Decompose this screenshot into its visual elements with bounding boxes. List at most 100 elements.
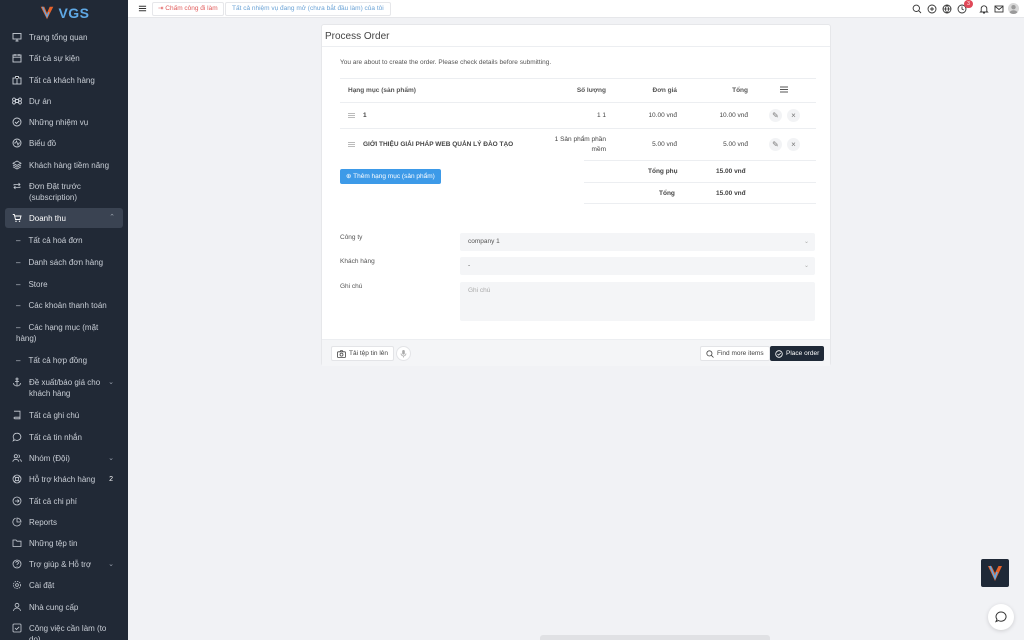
subtotal-label: Tổng phụ — [648, 168, 678, 175]
message-icon — [12, 432, 22, 442]
record-audio-button[interactable] — [396, 346, 411, 361]
order-items-table: Hạng mục (sản phẩm) Số lượng Đơn giá Tổn… — [340, 78, 816, 161]
company-select[interactable]: company 1 ⌄ — [460, 233, 815, 251]
sidebar-subitem-invoices[interactable]: – Tất cả hoá đơn — [0, 235, 128, 246]
edit-icon[interactable]: ✎ — [769, 138, 782, 152]
add-item-button[interactable]: ⊕ Thêm hạng mục (sản phẩm) — [340, 169, 441, 184]
drag-handle-icon[interactable] — [348, 142, 355, 148]
arrow-circle-icon — [12, 496, 22, 506]
sidebar-item-files[interactable]: Những tệp tin — [0, 538, 128, 549]
menu-lines-icon[interactable] — [780, 86, 788, 93]
note-textarea[interactable]: Ghi chú — [460, 282, 815, 321]
layers-icon — [12, 160, 22, 170]
support-count-badge: 2 — [109, 476, 113, 483]
table-row: 1 1 1 10.00 vnđ 10.00 vnđ ✎ × — [340, 102, 816, 129]
user-icon — [13, 602, 21, 612]
sidebar-item-vendors[interactable]: Nhà cung cấp — [0, 602, 128, 613]
add-item-label: Thêm hạng mục (sản phẩm) — [353, 173, 435, 180]
sidebar-item-settings[interactable]: Cài đặt — [0, 580, 128, 591]
find-more-items-button[interactable]: Find more items — [700, 346, 770, 361]
clock-in-button[interactable]: ⇥ Chấm công đi làm — [152, 2, 224, 16]
open-tasks-link[interactable]: Tất cả nhiệm vụ đang mở (chưa bắt đầu là… — [225, 2, 391, 16]
sidebar-item-revenue[interactable]: Doanh thu ⌃ — [5, 208, 123, 228]
users-icon — [12, 454, 22, 462]
process-order-panel: Process Order You are about to create th… — [321, 24, 831, 366]
menu-icon[interactable] — [138, 4, 147, 13]
sidebar-item-expenses[interactable]: Tất cả chi phí — [0, 496, 128, 507]
bell-icon[interactable] — [979, 4, 989, 14]
sidebar-item-support[interactable]: Hỗ trợ khách hàng 2 — [0, 474, 128, 485]
sidebar-subitem-store[interactable]: – Store — [0, 279, 128, 290]
sidebar-item-label: Đơn Đặt trước (subscription) — [29, 182, 81, 202]
item-name: GIỚI THIỆU GIẢI PHÁP WEB QUẢN LÝ ĐÀO TẠO — [363, 141, 514, 149]
sidebar-item-label: Tất cả khách hàng — [29, 76, 95, 85]
sidebar-item-help[interactable]: Trợ giúp & Hỗ trợ ⌄ — [0, 559, 128, 570]
column-header-item: Hạng mục (sản phẩm) — [340, 78, 540, 103]
avatar-user-icon — [1009, 5, 1018, 14]
chat-bubble-icon — [995, 611, 1007, 623]
sidebar-item-label: Đề xuất/báo giá cho khách hàng — [29, 378, 101, 398]
folder-icon — [12, 539, 22, 547]
sidebar-item-todo[interactable]: Công việc cần làm (to do) — [0, 623, 118, 640]
sidebar-item-events[interactable]: Tất cả sự kiện — [0, 53, 128, 64]
page-title: Process Order — [325, 31, 390, 42]
sidebar-item-label: Nhóm (Đội) — [29, 454, 70, 463]
drag-handle-icon[interactable] — [348, 112, 355, 118]
table-header-row: Hạng mục (sản phẩm) Số lượng Đơn giá Tổn… — [340, 78, 816, 103]
sidebar-subitem-items[interactable]: – Các hạng mục (mặt hàng) — [0, 322, 112, 344]
sidebar-item-label: Những nhiệm vụ — [29, 118, 89, 127]
sidebar-item-label: Dự án — [29, 97, 52, 106]
sidebar-subitem-orders[interactable]: – Danh sách đơn hàng — [0, 257, 128, 268]
place-order-button[interactable]: Place order — [770, 346, 825, 361]
table-row: GIỚI THIỆU GIẢI PHÁP WEB QUẢN LÝ ĐÀO TẠO… — [340, 128, 816, 161]
row-actions: ✎ × — [748, 102, 816, 129]
bottom-drawer-handle — [540, 635, 770, 640]
edit-icon[interactable]: ✎ — [769, 109, 782, 122]
sidebar-item-notes[interactable]: Tất cả ghi chú — [0, 410, 128, 421]
company-value: company 1 — [468, 238, 500, 245]
close-icon[interactable]: × — [787, 109, 800, 122]
sidebar-item-messages[interactable]: Tất cả tin nhắn — [0, 432, 128, 443]
sidebar-subitem-contracts[interactable]: – Tất cả hợp đồng — [0, 355, 128, 366]
client-value: - — [468, 262, 471, 269]
sidebar-item-projects[interactable]: Dự án — [0, 96, 128, 107]
item-name-cell: GIỚI THIỆU GIẢI PHÁP WEB QUẢN LÝ ĐÀO TẠO — [340, 128, 540, 161]
chevron-down-icon: ⌄ — [108, 561, 114, 568]
sidebar-item-label: Doanh thu — [29, 213, 66, 223]
sidebar-item-label: Reports — [29, 518, 58, 527]
total-value: 15.00 vnđ — [716, 190, 746, 197]
sidebar-item-charts[interactable]: Biểu đồ — [0, 138, 128, 149]
upload-file-button[interactable]: Tải tệp tin lên — [331, 346, 395, 361]
sidebar-item-reports[interactable]: Reports — [0, 517, 128, 528]
sidebar-item-subscriptions[interactable]: Đơn Đặt trước (subscription) — [0, 181, 110, 203]
anchor-icon — [13, 377, 21, 387]
brand-logo[interactable]: VGS — [0, 0, 128, 26]
globe-icon[interactable] — [942, 4, 952, 14]
sidebar-item-clients[interactable]: Tất cả khách hàng — [0, 75, 128, 86]
sidebar-item-team[interactable]: Nhóm (Đội) ⌄ — [0, 453, 128, 464]
total-label: Tổng — [659, 190, 675, 197]
client-select[interactable]: - ⌄ — [460, 257, 815, 275]
check-square-icon — [12, 623, 22, 633]
floating-brand-logo[interactable] — [981, 559, 1009, 587]
sidebar-item-estimates[interactable]: Đề xuất/báo giá cho khách hàng ⌄ — [0, 377, 114, 399]
plus-circle-icon[interactable] — [927, 4, 937, 14]
settings-icon — [13, 581, 21, 589]
item-qty: 1 Sản phẩm phần mềm — [540, 128, 606, 161]
search-icon[interactable] — [912, 4, 922, 14]
sidebar-item-label: Khách hàng tiềm năng — [29, 161, 110, 170]
sidebar-subitem-payments[interactable]: – Các khoản thanh toán — [0, 300, 128, 311]
sidebar-item-tasks[interactable]: Những nhiệm vụ — [0, 117, 128, 128]
chat-button[interactable] — [988, 604, 1014, 630]
command-icon — [12, 97, 22, 105]
close-icon[interactable]: × — [787, 138, 800, 152]
user-avatar[interactable] — [1008, 3, 1019, 14]
panel-footer: Tải tệp tin lên Find more items Place or… — [322, 339, 830, 366]
sidebar-subitem-label: Tất cả hợp đồng — [28, 356, 88, 365]
sidebar-item-leads[interactable]: Khách hàng tiềm năng — [0, 160, 128, 171]
find-more-label: Find more items — [717, 350, 764, 357]
intro-text: You are about to create the order. Pleas… — [340, 59, 552, 66]
subtotal-value: 15.00 vnđ — [716, 168, 746, 175]
mail-icon[interactable] — [994, 4, 1004, 14]
sidebar-item-dashboard[interactable]: Trang tổng quan — [0, 32, 128, 43]
